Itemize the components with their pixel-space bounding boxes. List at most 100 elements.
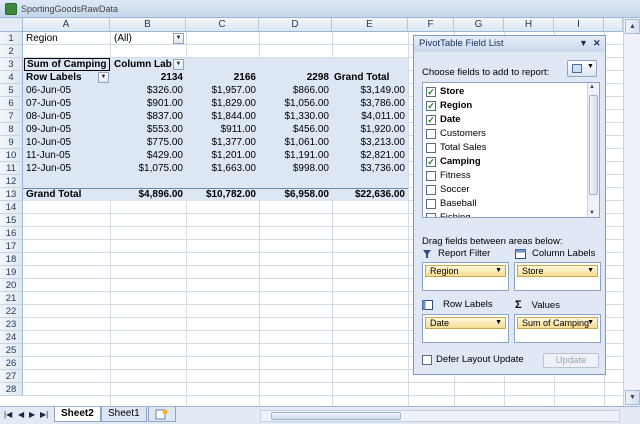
field-item[interactable]: Total Sales [426, 141, 486, 154]
column-header-i[interactable]: I [554, 18, 604, 32]
prev-sheet-icon[interactable]: ◀ [18, 410, 24, 419]
unchecked-checkbox[interactable] [426, 212, 436, 217]
pivot-value-cell[interactable]: $1,920.00 [332, 123, 406, 136]
row-header[interactable]: 22 [0, 305, 23, 318]
pivot-value-cell[interactable]: $456.00 [259, 123, 329, 136]
pivot-value-cell[interactable]: $1,957.00 [186, 84, 257, 97]
pivot-value-cell[interactable]: $1,844.00 [186, 110, 257, 123]
pivot-value-cell[interactable]: $901.00 [110, 97, 183, 110]
pivot-value-cell[interactable]: $1,377.00 [186, 136, 257, 149]
pivot-value-cell[interactable]: $4,011.00 [332, 110, 405, 123]
pivot-value-cell[interactable]: $1,829.00 [186, 97, 257, 110]
pivot-value-cell[interactable]: $1,201.00 [186, 149, 257, 162]
column-header-d[interactable]: D [259, 18, 332, 32]
unchecked-checkbox[interactable] [426, 170, 436, 181]
pivot-value-cell[interactable]: $3,149.00 [332, 84, 406, 97]
select-all-corner[interactable] [0, 18, 23, 32]
row-header[interactable]: 24 [0, 331, 23, 344]
column-header-c[interactable]: C [186, 18, 259, 32]
update-button[interactable]: Update [543, 353, 599, 368]
chevron-down-icon[interactable]: ▼ [587, 318, 594, 328]
scroll-down-icon[interactable]: ▼ [589, 210, 595, 216]
pivot-value-cell[interactable]: $866.00 [259, 84, 329, 97]
row-header[interactable]: 18 [0, 253, 23, 266]
scroll-up-icon[interactable]: ▲ [625, 19, 640, 34]
field-item[interactable]: Fitness [426, 169, 471, 182]
chevron-down-icon[interactable]: ▼ [495, 318, 502, 328]
pivot-value-cell[interactable]: $326.00 [110, 84, 183, 97]
field-item[interactable]: Customers [426, 127, 486, 140]
first-sheet-icon[interactable]: |◀ [4, 410, 12, 419]
pivot-value-cell[interactable]: $1,663.00 [186, 162, 257, 175]
pivot-field-list-panel[interactable]: PivotTable Field List ▼ ✕ Choose fields … [413, 35, 606, 375]
column-header-a[interactable]: A [23, 18, 110, 32]
row-header[interactable]: 20 [0, 279, 23, 292]
pivot-value-cell[interactable]: $1,061.00 [259, 136, 330, 149]
row-header[interactable]: 8 [0, 123, 23, 136]
unchecked-checkbox[interactable] [426, 142, 436, 153]
row-header[interactable]: 9 [0, 136, 23, 149]
checked-checkbox[interactable]: ✓ [426, 100, 436, 111]
report-filter-field-chip[interactable]: Region ▼ [425, 265, 506, 277]
pivot-value-cell[interactable]: $553.00 [110, 123, 183, 136]
unchecked-checkbox[interactable] [426, 198, 436, 209]
row-header[interactable]: 14 [0, 201, 23, 214]
column-header-g[interactable]: G [454, 18, 504, 32]
pivot-value-cell[interactable]: $911.00 [186, 123, 256, 136]
row-header[interactable]: 6 [0, 97, 23, 110]
row-header[interactable]: 5 [0, 84, 23, 97]
pivot-value-cell[interactable]: $775.00 [110, 136, 183, 149]
chevron-down-icon[interactable]: ▼ [587, 266, 594, 276]
checked-checkbox[interactable]: ✓ [426, 86, 436, 97]
row-labels-field-chip[interactable]: Date ▼ [425, 317, 506, 329]
sheet-tab-sheet2[interactable]: Sheet2 [54, 407, 101, 422]
row-header[interactable]: 19 [0, 266, 23, 279]
field-item[interactable]: ✓ Date [426, 113, 461, 126]
values-field-chip[interactable]: Sum of Camping ▼ [517, 317, 598, 329]
report-filter-dropdown-icon[interactable]: ▼ [173, 33, 184, 44]
value-field-cell[interactable]: Sum of Camping [24, 58, 110, 71]
pivot-value-cell[interactable]: $3,736.00 [332, 162, 406, 175]
panel-menu-icon[interactable]: ▼ [579, 38, 588, 48]
row-labels-dropdown-icon[interactable]: ▼ [98, 72, 109, 83]
values-drop-area[interactable]: Sum of Camping ▼ [514, 314, 601, 343]
row-header[interactable]: 10 [0, 149, 23, 162]
column-labels-drop-area[interactable]: Store ▼ [514, 262, 601, 291]
row-header[interactable]: 26 [0, 357, 23, 370]
pivot-value-cell[interactable]: $3,786.00 [332, 97, 406, 110]
checked-checkbox[interactable]: ✓ [426, 156, 436, 167]
row-header[interactable]: 28 [0, 383, 23, 396]
field-item[interactable]: ✓ Camping [426, 155, 481, 168]
row-header[interactable]: 16 [0, 227, 23, 240]
sheet-tab-sheet1[interactable]: Sheet1 [101, 407, 147, 422]
field-list-scrollbar[interactable]: ▲ ▼ [587, 83, 599, 217]
column-labels-dropdown-icon[interactable]: ▼ [173, 59, 184, 70]
field-item[interactable]: ✓ Store [426, 85, 464, 98]
row-header[interactable]: 25 [0, 344, 23, 357]
field-item[interactable]: Baseball [426, 197, 476, 210]
field-list[interactable]: ✓ Store ✓ Region ✓ Date Customers Total Sales ✓ C… [422, 82, 600, 218]
field-item[interactable]: Soccer [426, 183, 470, 196]
pivot-value-cell[interactable]: $1,330.00 [259, 110, 330, 123]
insert-sheet-button[interactable] [148, 407, 176, 422]
vertical-scrollbar[interactable]: ▲ ▼ [623, 18, 640, 406]
scroll-up-icon[interactable]: ▲ [589, 84, 595, 90]
row-header[interactable]: 23 [0, 318, 23, 331]
pivot-value-cell[interactable]: $429.00 [110, 149, 183, 162]
field-item[interactable]: ✓ Region [426, 99, 472, 112]
horizontal-scrollbar[interactable] [260, 410, 620, 422]
row-header[interactable]: 7 [0, 110, 23, 123]
unchecked-checkbox[interactable] [426, 184, 436, 195]
row-header[interactable]: 15 [0, 214, 23, 227]
pivot-value-cell[interactable]: $1,075.00 [110, 162, 184, 175]
scroll-thumb[interactable] [589, 95, 598, 195]
pivot-value-cell[interactable]: $998.00 [259, 162, 329, 175]
chevron-down-icon[interactable]: ▼ [495, 266, 502, 276]
field-item[interactable]: Fishing [426, 211, 471, 217]
scroll-down-icon[interactable]: ▼ [625, 390, 640, 405]
unchecked-checkbox[interactable] [426, 128, 436, 139]
defer-layout-checkbox[interactable] [422, 354, 432, 365]
row-header[interactable]: 13 [0, 188, 23, 201]
close-icon[interactable]: ✕ [593, 38, 601, 49]
pivot-value-cell[interactable]: $837.00 [110, 110, 183, 123]
